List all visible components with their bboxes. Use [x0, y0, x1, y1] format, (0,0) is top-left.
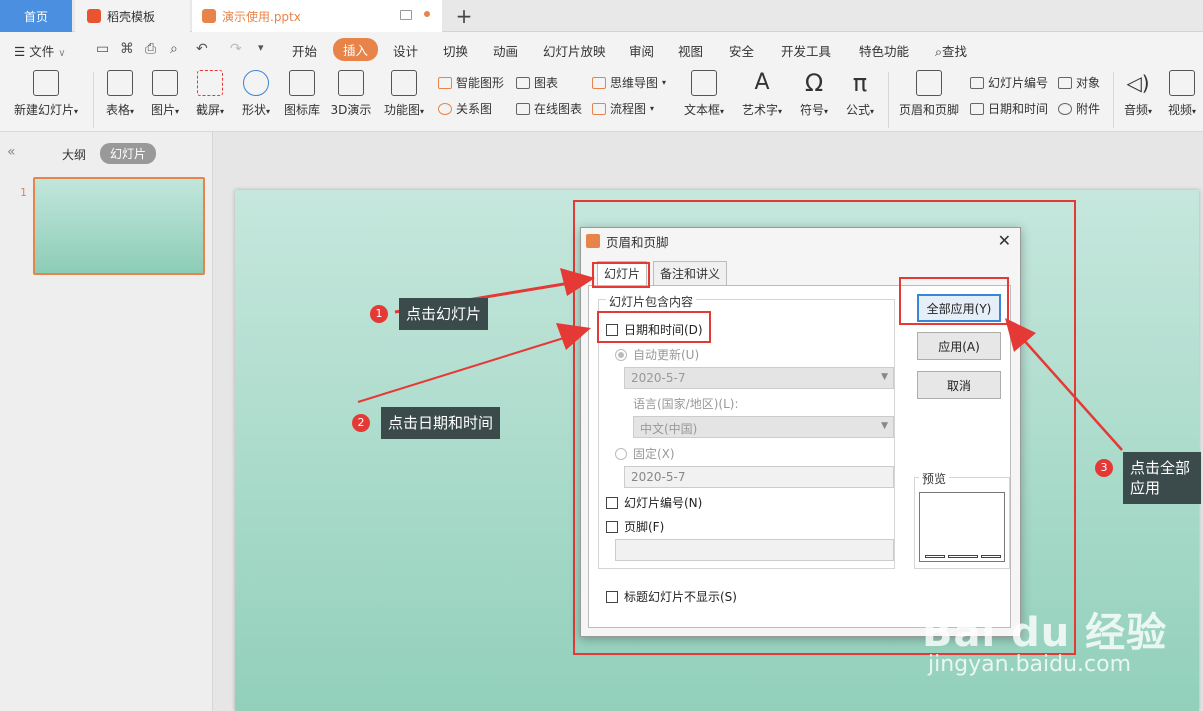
arrow-1-head [560, 268, 595, 296]
step-3-callout: 点击全部 应用 [1123, 452, 1201, 504]
arrow-3-shaft [1021, 337, 1123, 451]
step-3-badge: 3 [1095, 459, 1113, 477]
watermark-url: jingyan.baidu.com [928, 652, 1132, 677]
baidu-jingyan-logo: Bai du 经验 [922, 610, 1168, 656]
arrow-2-shaft [357, 336, 568, 403]
step-3-text-line1: 点击全部 [1130, 459, 1191, 477]
step-1-badge: 1 [370, 305, 388, 323]
step-2-text: 点击日期和时间 [388, 414, 494, 432]
baidu-watermark: Bai du 经验 jingyan.baidu.com [922, 600, 1168, 677]
step-3-text-line2: 应用 [1130, 479, 1161, 497]
arrow-2-head [556, 323, 591, 350]
step-1-text: 点击幻灯片 [406, 305, 482, 323]
step-2-badge: 2 [352, 414, 370, 432]
step-1-callout: 点击幻灯片 [399, 298, 489, 330]
step-2-callout: 点击日期和时间 [381, 407, 501, 439]
